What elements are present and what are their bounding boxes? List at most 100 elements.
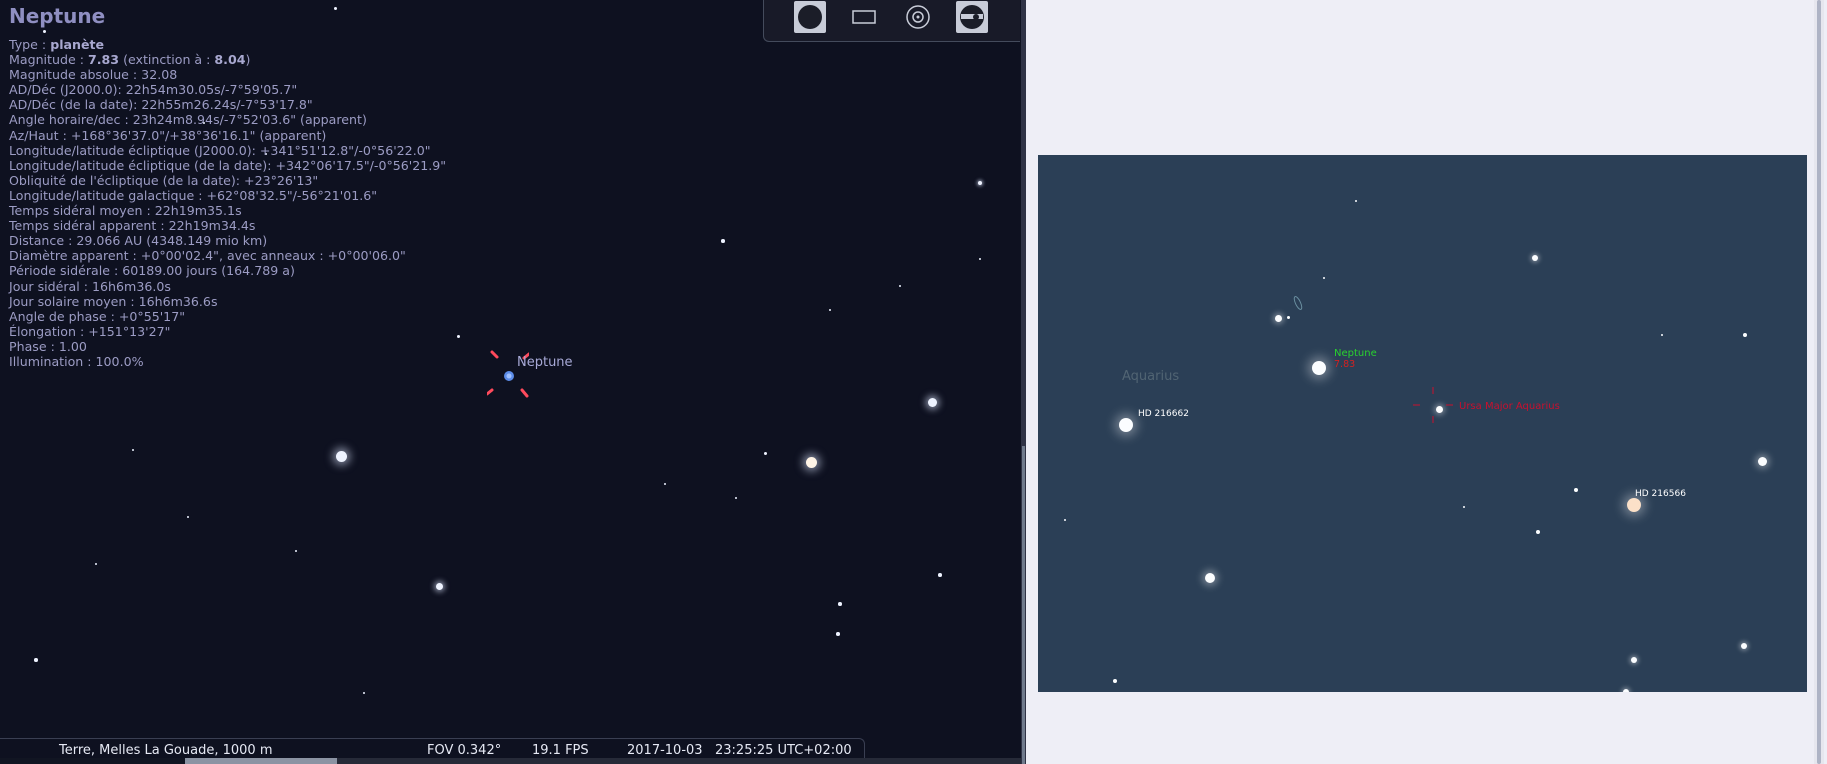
star-dot xyxy=(938,573,942,577)
bottom-scrollbar-thumb[interactable] xyxy=(185,758,337,764)
star-dot xyxy=(664,483,666,485)
chart-neptune-label: Neptune xyxy=(1334,348,1377,359)
star-dot xyxy=(131,448,135,452)
star-dot xyxy=(1627,498,1641,512)
star-dot xyxy=(186,515,190,519)
info-line: Temps sidéral moyen : 22h19m35.1s xyxy=(9,203,242,219)
fov-text[interactable]: FOV 0.342° xyxy=(427,743,501,758)
star-dot xyxy=(734,496,738,500)
info-line: Élongation : +151°13'27" xyxy=(9,323,171,339)
info-line: Distance : 29.066 AU (4348.149 mio km) xyxy=(9,233,268,249)
star-dot xyxy=(1743,333,1747,337)
star-dot xyxy=(1623,689,1629,692)
star-dot xyxy=(1462,505,1466,509)
star-dot xyxy=(1312,361,1326,375)
info-line: Az/Haut : +168°36'37.0"/+38°36'16.1" (ap… xyxy=(9,127,327,143)
info-line: Phase : 1.00 xyxy=(9,338,87,354)
toolbar-button-ocular[interactable] xyxy=(794,1,826,33)
object-magnitude: Magnitude : 7.83 (extinction à : 8.04) xyxy=(9,52,446,67)
info-line: Diamètre apparent : +0°00'02.4", avec an… xyxy=(9,248,406,264)
star-dot xyxy=(1113,679,1117,683)
magnitude-value: 7.83 xyxy=(87,52,120,68)
toolbar-button-config[interactable] xyxy=(956,1,988,33)
type-value: planète xyxy=(50,37,105,52)
galaxy-ellipse-icon xyxy=(1293,296,1303,310)
info-line: Illumination : 100.0% xyxy=(9,353,144,369)
star-dot xyxy=(836,632,840,636)
info-line: Obliquité de l'écliptique (de la date): … xyxy=(9,172,319,188)
right-scrollbar-thumb[interactable] xyxy=(1817,0,1821,764)
star-dot xyxy=(1631,657,1637,663)
time-text[interactable]: 23:25:25 UTC+02:00 xyxy=(715,743,852,758)
view-toolbar xyxy=(763,0,1020,42)
telescope-icon xyxy=(960,5,984,29)
star-dot xyxy=(898,284,902,288)
star-dot xyxy=(294,549,298,553)
star-dot xyxy=(1354,199,1358,203)
rectangle-icon xyxy=(852,10,876,24)
info-line: Longitude/latitude galactique : +62°08'3… xyxy=(9,187,378,203)
bottom-scrollbar[interactable] xyxy=(0,758,1022,764)
star-dot xyxy=(34,658,38,662)
star-dot xyxy=(1063,518,1067,522)
toolbar-button-sensor[interactable] xyxy=(848,1,880,33)
info-line: AD/Déc (J2000.0): 22h54m30.05s/-7°59'05.… xyxy=(9,82,298,98)
sky-view[interactable]: Neptune Type : planète Magnitude : 7.83 … xyxy=(0,0,1022,764)
star-dot xyxy=(1536,530,1540,534)
info-line: Angle de phase : +0°55'17" xyxy=(9,308,186,324)
info-line: Jour solaire moyen : 16h6m36.6s xyxy=(9,293,218,309)
star-dot xyxy=(829,309,831,311)
star-dot xyxy=(1660,333,1664,337)
extinction-value: 8.04 xyxy=(214,52,246,68)
object-name: Neptune xyxy=(9,4,106,28)
chart-neptune-magnitude: 7.83 xyxy=(1334,359,1356,370)
object-info-panel: Neptune Type : planète Magnitude : 7.83 … xyxy=(9,4,446,369)
info-line: Longitude/latitude écliptique (de la dat… xyxy=(9,157,447,173)
star-dot xyxy=(362,691,366,695)
info-line: Jour sidéral : 16h6m36.0s xyxy=(9,278,171,294)
vertical-scrollbar-thumb[interactable] xyxy=(1022,446,1025,764)
star-dot xyxy=(1574,488,1578,492)
star-dot xyxy=(1119,418,1133,432)
fps-text: 19.1 FPS xyxy=(532,743,589,758)
info-line: Période sidérale : 60189.00 jours (164.7… xyxy=(9,263,295,279)
star-dot xyxy=(456,334,460,338)
date-text[interactable]: 2017-10-03 xyxy=(627,743,703,758)
sky-target-label: Neptune xyxy=(517,355,573,370)
magnitude-label: Magnitude : xyxy=(9,52,88,68)
right-scrollbar[interactable] xyxy=(1814,0,1824,764)
object-type: Type : planète xyxy=(9,37,446,52)
star-dot xyxy=(978,257,982,261)
star-dot xyxy=(1274,314,1282,322)
constellation-label: Aquarius xyxy=(1122,369,1180,384)
toolbar-button-telrad[interactable] xyxy=(902,1,934,33)
extinction-label: (extinction à : xyxy=(119,52,215,68)
info-line: Angle horaire/dec : 23h24m8.94s/-7°52'03… xyxy=(9,112,367,128)
filled-circle-icon xyxy=(798,5,822,29)
info-line: Magnitude absolue : 32.08 xyxy=(9,67,178,83)
star-dot xyxy=(838,602,842,606)
finder-chart-panel: Aquarius HD 216662 HD 216566 Neptune 7.8… xyxy=(1026,0,1827,764)
concentric-circle-icon xyxy=(906,5,930,29)
star-dot xyxy=(721,239,725,243)
star-dot xyxy=(335,450,347,462)
star-dot xyxy=(763,451,767,455)
star-label-hd216662: HD 216662 xyxy=(1138,409,1189,419)
star-dot xyxy=(1286,315,1290,319)
close-paren: ) xyxy=(245,52,251,68)
star-label-hd216566: HD 216566 xyxy=(1635,489,1686,499)
star-dot xyxy=(1741,643,1747,649)
star-dot xyxy=(927,397,937,407)
star-dot xyxy=(435,582,443,590)
star-dot xyxy=(1757,456,1767,466)
finder-chart[interactable]: Aquarius HD 216662 HD 216566 Neptune 7.8… xyxy=(1038,155,1807,692)
marker-text: Ursa Major Aquarius xyxy=(1459,401,1560,412)
location-text[interactable]: Terre, Melles La Gouade, 1000 m xyxy=(59,743,272,758)
star-dot xyxy=(805,456,817,468)
type-label: Type : xyxy=(9,37,51,52)
info-line: Temps sidéral apparent : 22h19m34.4s xyxy=(9,218,256,234)
star-dot xyxy=(977,180,983,186)
star-dot xyxy=(94,562,98,566)
star-dot xyxy=(1532,255,1538,261)
star-dot xyxy=(1205,573,1215,583)
